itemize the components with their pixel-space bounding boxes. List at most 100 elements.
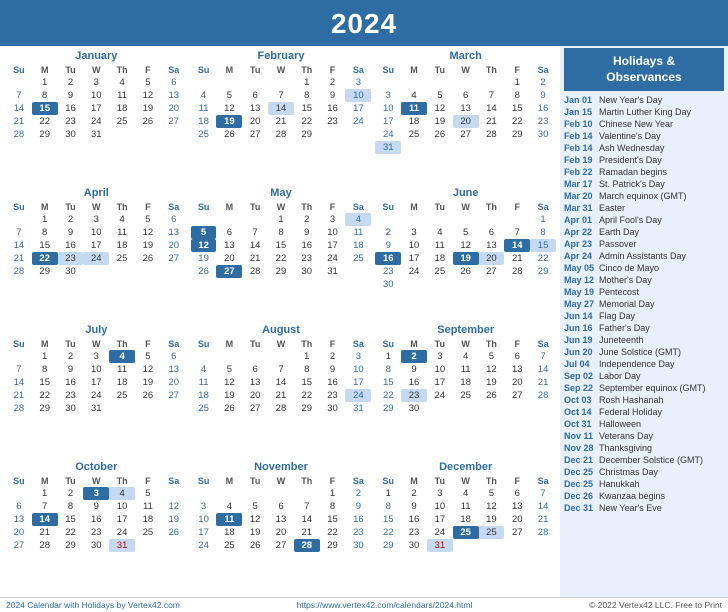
row-4: October SuMTuWThFSa 1 2 3 4 5 6789 [6, 461, 556, 595]
cell: 1 [32, 76, 58, 89]
list-item: Feb 14Valentine's Day [564, 130, 724, 142]
holiday-date: Dec 25 [564, 467, 596, 477]
cell: 13 [161, 89, 187, 102]
table-row: 212223 24252627 [6, 389, 187, 402]
holiday-name: New Year's Day [599, 95, 662, 105]
sun-header: Su [6, 64, 32, 76]
table-row: 151617 18192021 [375, 513, 556, 526]
cell: 12 [135, 89, 161, 102]
holiday-name: Labor Day [599, 371, 641, 381]
holiday-name: President's Day [599, 155, 662, 165]
holiday-name: September equinox (GMT) [599, 383, 706, 393]
holiday-date: Feb 14 [564, 143, 596, 153]
table-row: 151617 18192021 [375, 376, 556, 389]
list-item: Feb 14Ash Wednesday [564, 142, 724, 154]
holiday-name: Easter [599, 203, 625, 213]
table-row: 3456 789 [375, 89, 556, 102]
holiday-name: Veterans Day [599, 431, 653, 441]
table-row: 30 [375, 278, 556, 291]
list-item: Oct 14Federal Holiday [564, 406, 724, 418]
cell: 23 [58, 115, 84, 128]
table-row: 242526 27 28 2930 [191, 539, 372, 552]
january-calendar: January Su M Tu W Th F Sa 1 2 [6, 50, 187, 184]
holiday-date: Apr 01 [564, 215, 596, 225]
table-row: 141516 17181920 [6, 376, 187, 389]
november-calendar: November SuMTuWThFSa 12 3456 789 [191, 461, 372, 595]
table-row: 123 4 56 [6, 350, 187, 363]
list-item: Jan 15Martin Luther King Day [564, 106, 724, 118]
table-row: 181920 21222324 [191, 389, 372, 402]
table-row: 2345 678 [375, 226, 556, 239]
holiday-date: May 19 [564, 287, 596, 297]
cell: 2 [58, 76, 84, 89]
year-header: 2024 [0, 0, 728, 46]
holiday-name: Ash Wednesday [599, 143, 664, 153]
list-item: May 19Pentecost [564, 286, 724, 298]
table-row: 111213 14 151617 [191, 102, 372, 115]
cell: 8 [32, 89, 58, 102]
table-row: 111213 14151617 [191, 376, 372, 389]
list-item: Feb 22Ramadan begins [564, 166, 724, 178]
table-row: 2728 2930 31 [6, 539, 187, 552]
holiday-name: Flag Day [599, 311, 635, 321]
holiday-date: Mar 20 [564, 191, 596, 201]
cell: 21 [6, 115, 32, 128]
wed-header: W [83, 64, 109, 76]
holiday-name: March equinox (GMT) [599, 191, 687, 201]
february-title: February [191, 50, 372, 62]
list-item: Jan 01New Year's Day [564, 94, 724, 106]
december-title: December [375, 461, 556, 473]
list-item: Dec 26Kwanzaa begins [564, 490, 724, 502]
table-row: 252627 28293031 [191, 402, 372, 415]
list-item: Oct 03Rosh Hashanah [564, 394, 724, 406]
thu-header: Th [109, 64, 135, 76]
holiday-name: April Fool's Day [599, 215, 662, 225]
list-item: Mar 31Easter [564, 202, 724, 214]
holiday-name: Passover [599, 239, 637, 249]
cell: 4 [109, 76, 135, 89]
table-row: 12 [375, 76, 556, 89]
holiday-name: June Solstice (GMT) [599, 347, 681, 357]
table-row: 789 10111213 [6, 226, 187, 239]
holiday-date: May 27 [564, 299, 596, 309]
september-calendar: September SuMTuWThFSa 1 2 34 567 8910 11… [375, 324, 556, 458]
list-item: May 12Mother's Day [564, 274, 724, 286]
holiday-date: Sep 02 [564, 371, 596, 381]
holiday-date: Dec 26 [564, 491, 596, 501]
holiday-name: St. Patrick's Day [599, 179, 665, 189]
holiday-date: Feb 10 [564, 119, 596, 129]
sidebar-title: Holidays &Observances [564, 48, 724, 91]
holiday-date: May 05 [564, 263, 596, 273]
holiday-name: Ramadan begins [599, 167, 667, 177]
list-item: Jun 20June Solstice (GMT) [564, 346, 724, 358]
cell [6, 76, 32, 89]
cell: 28 [6, 128, 32, 141]
list-item: Jun 14Flag Day [564, 310, 724, 322]
holiday-date: Dec 21 [564, 455, 596, 465]
holiday-name: Juneteenth [599, 335, 644, 345]
holiday-name: New Year's Eve [599, 503, 662, 513]
table-row: 1 2 34 567 [375, 350, 556, 363]
cell: 18 [109, 102, 135, 115]
cell: 24 [83, 115, 109, 128]
october-calendar: October SuMTuWThFSa 1 2 3 4 5 6789 [6, 461, 187, 595]
cell: 16 [58, 102, 84, 115]
table-row: 242526 27282930 [375, 128, 556, 141]
table-row: 1 2 3 4 5 [6, 487, 187, 500]
table-row: 1 2 3 4 5 6 [6, 76, 187, 89]
holiday-date: Jul 04 [564, 359, 596, 369]
table-row: 8910 11121314 [375, 363, 556, 376]
holiday-name: Cinco de Mayo [599, 263, 659, 273]
cell: 22 [32, 115, 58, 128]
table-row: 18 19 2021222324 [191, 115, 372, 128]
sat-header: Sa [161, 64, 187, 76]
holiday-date: Jun 19 [564, 335, 596, 345]
cell: 17 [83, 102, 109, 115]
table-row: 31 [375, 141, 556, 154]
holiday-date: Apr 24 [564, 251, 596, 261]
table-row: 25262728 29 [191, 128, 372, 141]
footer: 2024 Calendar with Holidays by Vertex42.… [0, 597, 728, 612]
holiday-date: Mar 31 [564, 203, 596, 213]
holiday-name: Thanksgiving [599, 443, 652, 453]
holiday-name: Hanukkah [599, 479, 640, 489]
